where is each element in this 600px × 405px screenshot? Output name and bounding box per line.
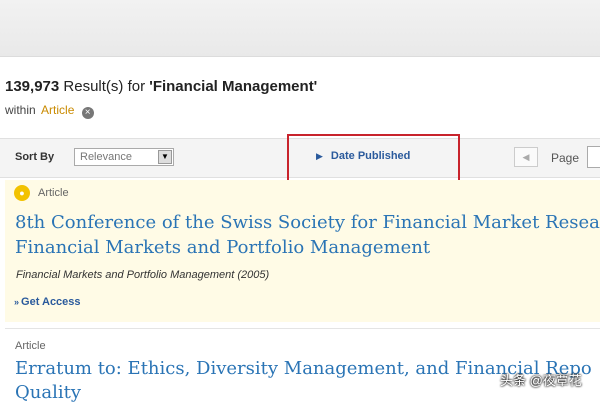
result-title-link[interactable]: 8th Conference of the Swiss Society for … (15, 211, 600, 235)
chevron-down-icon[interactable]: ▼ (158, 150, 172, 164)
results-count: 139,973 (5, 78, 60, 95)
within-filter: within Article × (5, 103, 94, 119)
result-item: ● Article 8th Conference of the Swiss So… (5, 180, 600, 322)
search-query: 'Financial Management' (149, 78, 318, 95)
sort-select[interactable]: Relevance ▼ (74, 148, 174, 166)
page-label: Page (551, 151, 580, 165)
prev-page-button[interactable]: ◀ (514, 147, 538, 167)
lock-icon: ● (14, 185, 30, 201)
within-label: within (5, 103, 36, 117)
annotation-highlight-box (287, 134, 460, 183)
sort-by-label: Sort By (15, 151, 55, 163)
get-access-link[interactable]: » Get Access (14, 296, 81, 308)
results-summary: 139,973 Result(s) for 'Financial Managem… (5, 78, 317, 95)
facet-article-link[interactable]: Article (41, 103, 74, 117)
remove-filter-icon[interactable]: × (81, 107, 94, 119)
page-number-input[interactable] (587, 146, 600, 168)
result-type: Article (15, 340, 46, 352)
watermark-text: 头条 @夜覃花 (500, 373, 582, 388)
top-header-bar (0, 0, 600, 57)
double-chevron-icon: » (14, 297, 20, 307)
get-access-label: Get Access (21, 296, 81, 308)
result-source: Financial Markets and Portfolio Manageme… (16, 269, 270, 281)
result-title-link-line2[interactable]: Financial Markets and Portfolio Manageme… (15, 236, 430, 260)
result-type: Article (38, 187, 69, 199)
result-title-link-line2[interactable]: Quality (15, 381, 81, 405)
result-divider (5, 328, 600, 329)
sort-selected-value: Relevance (80, 151, 132, 163)
results-label: Result(s) for (59, 78, 150, 95)
